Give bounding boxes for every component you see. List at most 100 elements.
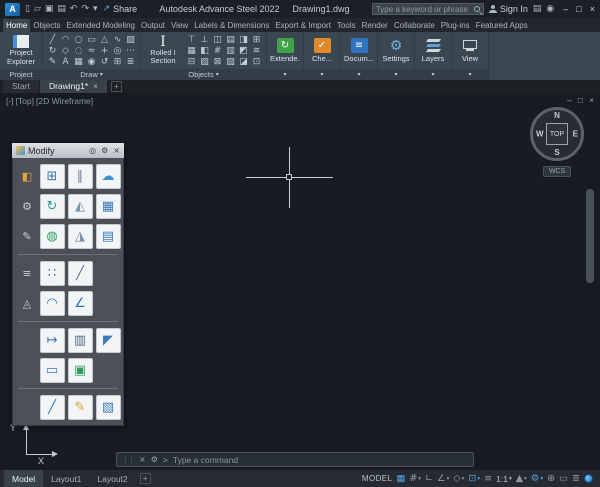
palette-tool-2-2[interactable]: ↻ — [40, 194, 65, 219]
draw-tool-icon-9[interactable]: ◇ — [62, 46, 69, 56]
palette-tool-6-2[interactable]: ↦ — [40, 328, 65, 353]
ribbon-tab-view[interactable]: View — [168, 19, 191, 32]
ribbon-tab-tools[interactable]: Tools — [334, 19, 359, 32]
draw-tool-icon-16[interactable]: A — [62, 57, 68, 67]
viewcube-top-face[interactable]: TOP — [546, 123, 568, 145]
palette-title-bar[interactable]: Modify ◎ ⚙ × — [12, 143, 124, 158]
clean-screen-icon[interactable]: ▭ — [559, 473, 568, 484]
objects-tool-icon-8[interactable]: ◧ — [200, 46, 209, 56]
objects-tool-icon-6[interactable]: ⊞ — [253, 35, 261, 45]
ribbon-tab-featured-apps[interactable]: Featured Apps — [473, 19, 531, 32]
layers-button[interactable]: Layers — [418, 38, 448, 63]
palette-tool-3-1[interactable]: ✎ — [15, 224, 40, 249]
draw-tool-icon-10[interactable]: ◌ — [75, 46, 83, 56]
new-tab-button[interactable]: + — [111, 81, 122, 92]
palette-tool-1-3[interactable]: ∥ — [68, 164, 93, 189]
palette-autohide-icon[interactable]: ◎ — [89, 146, 96, 155]
sign-in-button[interactable]: Sign In — [489, 4, 528, 14]
palette-tool-7-2[interactable]: ▭ — [40, 358, 65, 383]
draw-tool-icon-11[interactable]: ≈ — [88, 46, 96, 56]
rolled-i-section-button[interactable]: I Rolled I Section — [144, 36, 182, 66]
file-tab-start[interactable]: Start — [3, 80, 39, 93]
palette-tool-3-2[interactable]: ◍ — [40, 224, 65, 249]
objects-tool-icon-5[interactable]: ◨ — [239, 35, 248, 45]
ribbon-tab-labels-dimensions[interactable]: Labels & Dimensions — [191, 19, 272, 32]
draw-tool-icon-4[interactable]: ▭ — [87, 35, 96, 45]
objects-tool-icon-9[interactable]: # — [214, 46, 222, 56]
viewcube-east[interactable]: E — [573, 130, 578, 139]
panel-flyout-caret[interactable]: ▾ — [452, 69, 488, 80]
objects-tool-icon-12[interactable]: ≋ — [253, 46, 261, 56]
ribbon-tab-render[interactable]: Render — [359, 19, 391, 32]
palette-tool-6-3[interactable]: ▥ — [68, 328, 93, 353]
draw-tool-icon-18[interactable]: ◉ — [88, 57, 96, 67]
annotation-visibility-icon[interactable]: ▲▾ — [516, 473, 527, 484]
project-explorer-button[interactable]: Project Explorer — [3, 35, 39, 66]
objects-tool-icon-4[interactable]: ▤ — [226, 35, 235, 45]
viewport-minimize-icon[interactable]: – — [567, 95, 572, 105]
search-box[interactable] — [372, 3, 484, 15]
viewport-menu-control[interactable]: [-] — [6, 96, 14, 106]
grid-icon[interactable]: ▦ — [396, 473, 405, 484]
draw-tool-icon-17[interactable]: ▦ — [74, 57, 83, 67]
panel-flyout-caret[interactable]: ▾ — [267, 69, 303, 80]
viewcube-south[interactable]: S — [554, 148, 559, 157]
open-icon[interactable]: ▱ — [34, 4, 41, 14]
palette-tool-5-3[interactable]: ∠ — [68, 291, 93, 316]
palette-tool-1-4[interactable]: ☁ — [96, 164, 121, 189]
palette-tool-3-3[interactable]: ◮ — [68, 224, 93, 249]
palette-tool-2-4[interactable]: ▦ — [96, 194, 121, 219]
draw-tool-icon-19[interactable]: ↺ — [101, 57, 109, 67]
palette-tool-5-2[interactable]: ◠ — [40, 291, 65, 316]
close-tab-icon[interactable]: × — [93, 82, 98, 91]
model-space-label[interactable]: MODEL — [362, 474, 392, 483]
close-button[interactable]: × — [590, 4, 595, 14]
palette-tool-4-2[interactable]: ∷ — [40, 261, 65, 286]
panel-flyout-caret[interactable]: ▾ — [378, 69, 414, 80]
panel-label-objects[interactable]: Objects ▾ — [141, 69, 266, 80]
objects-tool-icon-7[interactable]: ▦ — [187, 46, 196, 56]
ribbon-tab-extended-modeling[interactable]: Extended Modeling — [63, 19, 138, 32]
palette-tool-2-1[interactable]: ⚙ — [15, 194, 40, 219]
ribbon-tab-export-import[interactable]: Export & Import — [272, 19, 334, 32]
objects-tool-icon-16[interactable]: ▨ — [226, 57, 235, 67]
viewport-restore-icon[interactable]: □ — [578, 95, 583, 105]
ribbon-tab-home[interactable]: Home — [3, 19, 30, 32]
objects-tool-icon-18[interactable]: ⊡ — [253, 57, 261, 67]
draw-tool-icon-15[interactable]: ✎ — [49, 57, 57, 67]
draw-tool-icon-13[interactable]: ◎ — [114, 46, 122, 56]
cart-icon[interactable]: ▤ — [533, 4, 542, 14]
palette-tool-1-1[interactable]: ◧ — [15, 164, 40, 189]
save-icon[interactable]: ▣ — [45, 4, 54, 14]
draw-tool-icon-1[interactable]: ╱ — [50, 35, 55, 45]
palette-tool-8-3[interactable]: ✎ — [68, 395, 93, 420]
view-button[interactable]: View — [455, 38, 485, 63]
drawing-canvas[interactable]: [-][Top][2D Wireframe] – □ × N S W E TOP… — [0, 93, 600, 470]
viewport-close-icon[interactable]: × — [589, 95, 594, 105]
palette-tool-2-3[interactable]: ◭ — [68, 194, 93, 219]
qat-dropdown-icon[interactable]: ▾ — [93, 4, 98, 14]
maximize-button[interactable]: □ — [576, 4, 581, 14]
minimize-button[interactable]: – — [563, 4, 568, 14]
command-customize-icon[interactable]: ⚙ — [151, 455, 158, 464]
settings-button[interactable]: ⚙Settings — [381, 38, 411, 63]
performance-icon[interactable] — [584, 474, 593, 483]
command-grip[interactable]: ⋮⋮ — [122, 456, 134, 464]
draw-tool-icon-12[interactable]: + — [101, 46, 109, 56]
draw-tool-icon-2[interactable]: ◠ — [62, 35, 70, 45]
ribbon-tab-output[interactable]: Output — [138, 19, 168, 32]
objects-tool-icon-3[interactable]: ◫ — [213, 35, 222, 45]
palette-tool-1-2[interactable]: ⊞ — [40, 164, 65, 189]
objects-tool-icon-1[interactable]: ⊤ — [188, 35, 196, 45]
navigation-bar[interactable] — [586, 189, 594, 283]
panel-flyout-caret[interactable]: ▾ — [415, 69, 451, 80]
objects-tool-icon-14[interactable]: ▧ — [200, 57, 209, 67]
draw-tool-icon-6[interactable]: ∿ — [114, 35, 122, 45]
draw-tool-icon-14[interactable]: ⋯ — [126, 46, 135, 56]
palette-properties-icon[interactable]: ⚙ — [101, 146, 108, 155]
search-icon[interactable] — [474, 6, 480, 12]
file-tab-drawing1[interactable]: Drawing1*× — [40, 80, 107, 93]
objects-tool-icon-2[interactable]: ⊥ — [201, 35, 209, 45]
palette-tool-8-2[interactable]: ╱ — [40, 395, 65, 420]
annotation-scale-control[interactable]: 1:1▾ — [496, 474, 512, 484]
